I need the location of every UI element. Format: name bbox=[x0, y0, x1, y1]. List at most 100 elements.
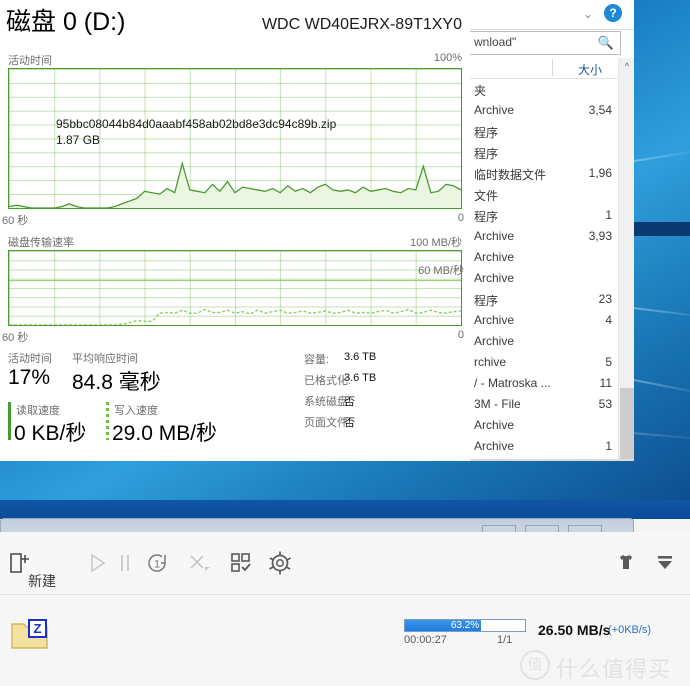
list-item[interactable]: Archive bbox=[470, 247, 618, 267]
file-type-cell: Archive bbox=[474, 229, 515, 243]
list-item[interactable]: Archive 3,54 bbox=[470, 100, 618, 120]
read-speed-value: 0 KB/秒 bbox=[14, 422, 87, 445]
file-size-cell: 23 bbox=[598, 292, 612, 306]
write-speed-value: 29.0 MB/秒 bbox=[112, 422, 218, 445]
svg-text:1: 1 bbox=[154, 559, 160, 571]
file-size-cell: 1 bbox=[605, 208, 612, 222]
active-time-value: 17% bbox=[8, 366, 51, 389]
list-item[interactable]: rchive 5 bbox=[470, 352, 618, 372]
explorer-file-list[interactable]: 夹 Archive 3,54 程序 程序 临时数据文件 1,96 文件 程序 1 Archive 3,… bbox=[470, 79, 618, 461]
list-item[interactable]: 3M - File 53 bbox=[470, 394, 618, 414]
list-item[interactable]: 程序 23 bbox=[470, 289, 618, 309]
graph1-label: 活动时间 bbox=[8, 55, 52, 67]
pause-button[interactable] bbox=[116, 532, 134, 594]
zip-folder-icon: Z bbox=[11, 619, 48, 649]
download-file-size: 1.87 GB bbox=[56, 133, 101, 147]
list-item[interactable]: 文件 bbox=[470, 184, 618, 204]
graph2-x-right: 0 bbox=[457, 329, 464, 341]
list-item[interactable]: Archive 1 bbox=[470, 436, 618, 456]
file-size-cell: 1 bbox=[605, 439, 612, 453]
disk-transfer-rate-graph bbox=[8, 250, 462, 326]
info-label-capacity: 容量: bbox=[304, 354, 330, 366]
list-item[interactable]: Archive bbox=[470, 268, 618, 288]
file-type-cell: 程序 bbox=[474, 147, 499, 161]
file-type-cell: rchive bbox=[474, 355, 507, 369]
active-time-label: 活动时间 bbox=[8, 353, 52, 365]
file-size-cell: 11 bbox=[599, 376, 612, 390]
task-manager-disk-panel: 磁盘 0 (D:) WDC WD40EJRX-89T1XY0 活动时间 100%… bbox=[0, 0, 470, 461]
download-arrow-icon bbox=[658, 556, 672, 569]
graph2-x-left: 60 秒 bbox=[2, 332, 29, 344]
info-value-capacity: 3.6 TB bbox=[344, 351, 377, 363]
info-value-page-file: 否 bbox=[344, 417, 355, 429]
list-item[interactable]: / - Matroska ... 11 bbox=[470, 373, 618, 393]
list-item[interactable]: 夹 bbox=[470, 79, 618, 99]
disk-header: 磁盘 0 (D:) WDC WD40EJRX-89T1XY0 bbox=[0, 0, 470, 46]
file-type-cell: Archive bbox=[474, 103, 515, 117]
list-item[interactable]: 程序 bbox=[470, 121, 618, 141]
column-header-size[interactable]: 大小 bbox=[578, 61, 602, 78]
search-input[interactable]: wnload" 🔍 bbox=[470, 31, 621, 55]
delete-button[interactable] bbox=[186, 532, 214, 594]
graph2-max-label: 100 MB/秒 bbox=[410, 237, 462, 249]
file-explorer-window: ⌄ ? wnload" 🔍 大小 夹 Archive 3,54 程序 程序 临时数据文件 1… bbox=[470, 0, 634, 461]
avg-response-label: 平均响应时间 bbox=[72, 353, 138, 365]
download-speed-button[interactable] bbox=[654, 532, 676, 594]
page-title: 磁盘 0 (D:) bbox=[6, 8, 126, 36]
file-size-cell: 1,96 bbox=[588, 166, 612, 180]
file-size-cell: 4 bbox=[605, 313, 612, 327]
new-task-icon bbox=[10, 553, 29, 573]
file-type-cell: 文件 bbox=[474, 189, 499, 203]
svg-text:Z: Z bbox=[34, 621, 42, 636]
grid-select-button[interactable] bbox=[228, 532, 254, 594]
file-size-cell: 3,54 bbox=[588, 103, 612, 117]
start-button[interactable] bbox=[86, 532, 108, 594]
file-type-cell: 夹 bbox=[474, 84, 487, 98]
retry-once-button[interactable]: 1 bbox=[144, 532, 170, 594]
grid-select-icon bbox=[231, 553, 251, 572]
file-type-cell: 程序 bbox=[474, 210, 499, 224]
graph1-max-label: 100% bbox=[433, 52, 462, 64]
download-speed-delta: (+0KB/s) bbox=[608, 624, 652, 636]
file-type-cell: Archive bbox=[474, 334, 515, 348]
file-type-cell: Archive bbox=[474, 439, 515, 453]
watermark-text: 什么值得买 bbox=[556, 657, 672, 682]
file-type-cell: 程序 bbox=[474, 294, 499, 308]
column-divider[interactable] bbox=[552, 59, 553, 76]
write-speed-color-key bbox=[106, 402, 109, 440]
list-item[interactable]: Archive 3,93 bbox=[470, 226, 618, 246]
read-speed-color-key bbox=[8, 402, 11, 440]
list-item[interactable]: Archive 4 bbox=[470, 310, 618, 330]
scroll-up-icon[interactable]: ^ bbox=[619, 58, 634, 75]
search-icon[interactable]: 🔍 bbox=[598, 35, 614, 51]
new-task-button[interactable] bbox=[8, 532, 30, 594]
settings-button[interactable] bbox=[266, 532, 294, 594]
file-type-cell: Archive bbox=[474, 271, 515, 285]
graph2-label: 磁盘传输速率 bbox=[8, 237, 74, 249]
write-speed-label: 写入速度 bbox=[114, 405, 158, 417]
help-icon[interactable]: ? bbox=[604, 4, 622, 22]
chevron-down-icon[interactable]: ⌄ bbox=[583, 7, 593, 21]
skin-button[interactable] bbox=[616, 532, 636, 594]
list-item[interactable]: Archive bbox=[470, 415, 618, 435]
download-elapsed-time: 00:00:27 bbox=[404, 634, 447, 646]
explorer-scrollbar[interactable]: ^ bbox=[618, 58, 634, 461]
list-item[interactable]: 程序 1 bbox=[470, 205, 618, 225]
file-size-cell: 5 bbox=[605, 355, 612, 369]
explorer-ribbon-bar: ⌄ ? bbox=[470, 0, 634, 30]
file-type-cell: / - Matroska ... bbox=[474, 376, 551, 390]
download-file-fraction: 1/1 bbox=[497, 634, 513, 646]
info-value-formatted: 3.6 TB bbox=[344, 372, 377, 384]
list-item[interactable]: Archive bbox=[470, 331, 618, 351]
file-type-cell: 3M - File bbox=[474, 397, 521, 411]
graph1-x-right: 0 bbox=[457, 212, 464, 224]
scrollbar-thumb[interactable] bbox=[620, 388, 634, 461]
pause-icon bbox=[121, 555, 129, 571]
download-file-name: 95bbc08044b84d0aaabf458ab02bd8e3dc94c89b… bbox=[56, 117, 337, 131]
list-item[interactable]: 程序 bbox=[470, 142, 618, 162]
file-type-cell: 程序 bbox=[474, 126, 499, 140]
avg-response-value: 84.8 毫秒 bbox=[72, 371, 161, 394]
shirt-icon bbox=[620, 555, 632, 569]
list-item[interactable]: 临时数据文件 1,96 bbox=[470, 163, 618, 183]
file-type-cell: Archive bbox=[474, 250, 515, 264]
